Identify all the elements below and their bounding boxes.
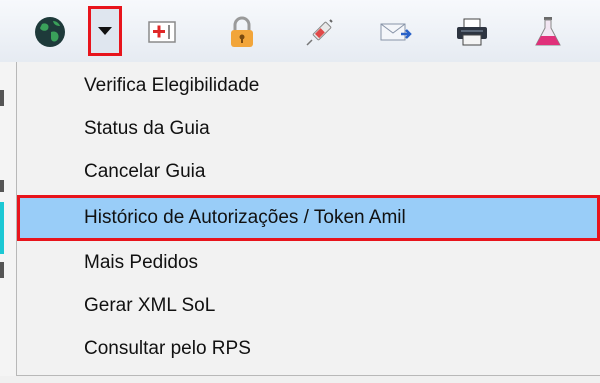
menu-item-label: Status da Guia: [84, 118, 210, 139]
toolbar: [0, 0, 600, 63]
syringe-icon: [306, 19, 333, 46]
menu-item-label: Verifica Elegibilidade: [84, 75, 260, 96]
printer-icon: [457, 18, 487, 46]
menu-item-label: Consultar pelo RPS: [84, 338, 251, 359]
menu-item-label: Gerar XML SoL: [84, 295, 216, 316]
menu-item-status-da-guia[interactable]: Status da Guia: [17, 109, 600, 149]
print-button[interactable]: [452, 12, 492, 52]
mail-send-icon: [380, 23, 412, 41]
dropdown-button[interactable]: [88, 6, 122, 56]
lab-flask-icon: [535, 17, 561, 46]
bottom-strip: [0, 376, 600, 383]
menu-item-cancelar-guia[interactable]: Cancelar Guia: [17, 152, 600, 192]
padlock-icon: [231, 16, 253, 47]
menu-item-label: Mais Pedidos: [84, 252, 199, 273]
background-panel: [0, 62, 16, 383]
lab-button[interactable]: [528, 12, 568, 52]
dropdown-menu: Verifica Elegibilidade Status da Guia Ca…: [16, 62, 600, 376]
menu-item-historico-autorizacoes[interactable]: Histórico de Autorizações / Token Amil: [17, 195, 600, 241]
globe-button[interactable]: [30, 12, 70, 52]
chevron-down-icon: [98, 27, 112, 35]
padlock-button[interactable]: [222, 12, 262, 52]
menu-item-verifica-elegibilidade[interactable]: Verifica Elegibilidade: [17, 66, 600, 106]
medical-form-button[interactable]: [142, 12, 182, 52]
menu-item-gerar-xml-sol[interactable]: Gerar XML SoL: [17, 286, 600, 326]
menu-item-label: Histórico de Autorizações / Token Amil: [84, 207, 406, 228]
medical-form-icon: [148, 21, 176, 43]
menu-item-consultar-pelo-rps[interactable]: Consultar pelo RPS: [17, 329, 600, 369]
send-mail-button[interactable]: [376, 12, 416, 52]
menu-item-label: Cancelar Guia: [84, 161, 206, 182]
globe-icon: [35, 17, 65, 47]
menu-item-mais-pedidos[interactable]: Mais Pedidos: [17, 243, 600, 283]
syringe-button[interactable]: [300, 12, 340, 52]
